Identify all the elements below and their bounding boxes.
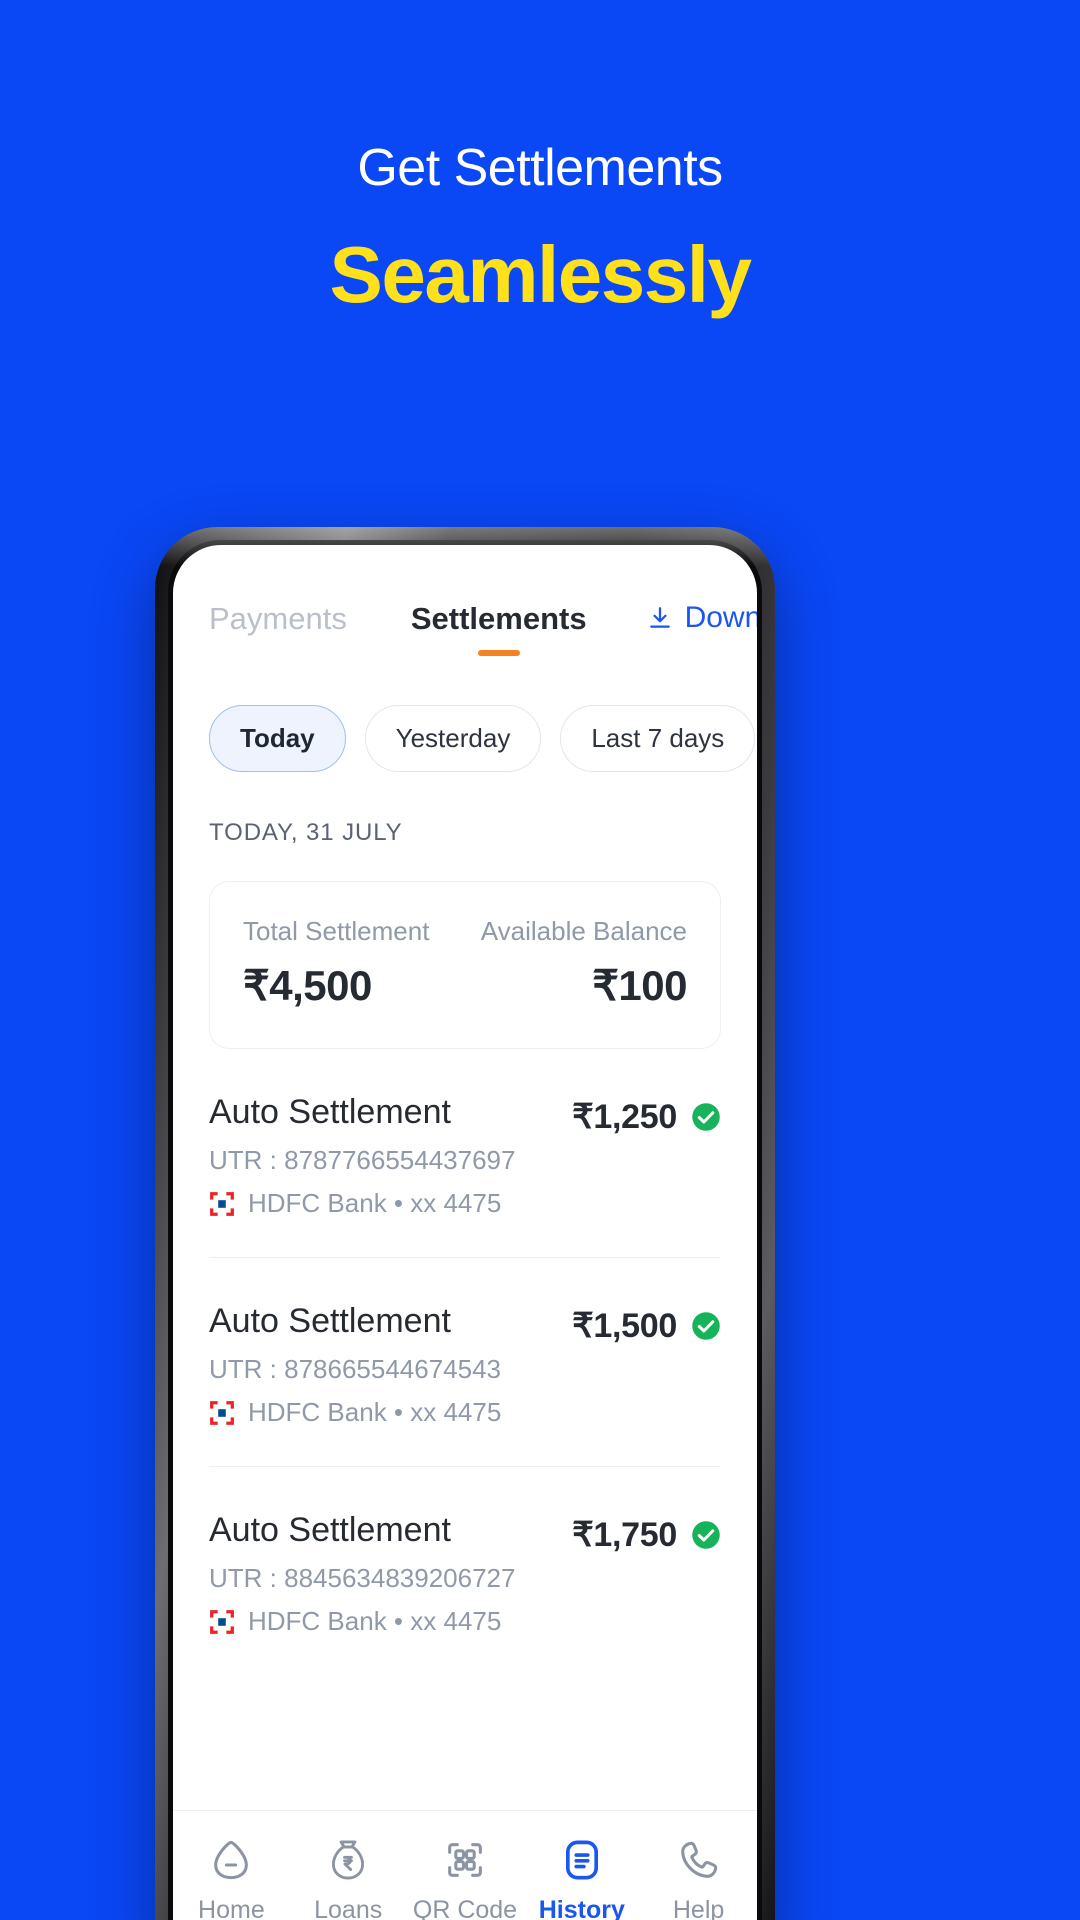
settlement-amount: ₹1,500 — [572, 1307, 677, 1345]
settlement-amount: ₹1,250 — [572, 1098, 677, 1136]
history-document-icon — [565, 1840, 598, 1880]
download-label: Download — [684, 601, 757, 634]
settlement-details: Auto Settlement UTR : 8845634839206727 H… — [209, 1511, 515, 1637]
nav-item-help[interactable]: Help — [640, 1837, 757, 1920]
success-check-icon — [692, 1103, 720, 1131]
settlement-details: Auto Settlement UTR : 8787766554437697 H… — [209, 1093, 515, 1219]
settlement-bank-row: HDFC Bank • xx 4475 — [209, 1188, 515, 1219]
hero-headline-accent: Seamlessly — [329, 230, 752, 320]
hero-section: Get Settlements Seamlessly — [0, 0, 1080, 317]
total-settlement-label: Total Settlement — [243, 916, 430, 946]
active-tab-underline — [477, 650, 520, 656]
phone-mockup: Payments Settlements Download Today — [155, 527, 775, 1920]
table-row[interactable]: Auto Settlement UTR : 8787766554437697 H… — [209, 1049, 721, 1258]
hero-headline-primary: Get Settlements — [357, 139, 723, 197]
settlement-title: Auto Settlement — [209, 1093, 451, 1131]
settlement-utr: UTR : 8845634839206727 — [209, 1563, 516, 1593]
top-tab-bar: Payments Settlements Download — [173, 545, 757, 663]
phone-screen: Payments Settlements Download Today — [173, 545, 757, 1920]
settlement-amount: ₹1,750 — [572, 1516, 677, 1554]
summary-card: Total Settlement ₹4,500 Available Balanc… — [209, 881, 721, 1049]
hdfc-bank-logo-icon — [210, 1609, 234, 1634]
success-check-icon — [692, 1521, 720, 1549]
settlement-amount-block: ₹1,750 — [572, 1511, 721, 1555]
settlement-utr: UTR : 8787766554437697 — [209, 1145, 516, 1175]
nav-label-help: Help — [672, 1896, 725, 1920]
phone-icon — [680, 1841, 717, 1878]
total-settlement-block: Total Settlement ₹4,500 — [243, 916, 429, 1010]
date-heading: TODAY, 31 JULY — [209, 819, 403, 846]
hdfc-bank-logo-icon — [210, 1191, 234, 1216]
settlement-bank-row: HDFC Bank • xx 4475 — [209, 1606, 515, 1637]
settlement-details: Auto Settlement UTR : 878665544674543 HD… — [209, 1302, 501, 1428]
filter-chip-today[interactable]: Today — [209, 705, 346, 772]
total-settlement-value: ₹4,500 — [243, 962, 372, 1009]
tab-payments[interactable]: Payments — [209, 601, 347, 637]
success-check-icon — [692, 1312, 720, 1340]
settlement-list: Auto Settlement UTR : 8787766554437697 H… — [173, 1049, 757, 1675]
settlement-title: Auto Settlement — [209, 1302, 451, 1340]
nav-item-history[interactable]: History — [523, 1837, 640, 1920]
nav-label-loans: Loans — [314, 1896, 383, 1920]
nav-item-home[interactable]: Home — [173, 1837, 290, 1920]
qr-code-icon — [448, 1843, 482, 1877]
settlement-utr: UTR : 878665544674543 — [209, 1354, 502, 1384]
tab-settlements-label: Settlements — [410, 601, 587, 636]
settlement-bank-label: HDFC Bank • xx 4475 — [248, 1188, 502, 1218]
hdfc-bank-logo-icon — [210, 1400, 234, 1425]
home-icon — [214, 1840, 249, 1880]
settlement-amount-block: ₹1,500 — [572, 1302, 721, 1346]
download-button[interactable]: Download — [647, 601, 757, 635]
filter-chip-row[interactable]: Today Yesterday Last 7 days This Mon — [173, 663, 757, 772]
phone-bezel-inner: Payments Settlements Download Today — [168, 540, 762, 1920]
settlement-title: Auto Settlement — [209, 1511, 451, 1549]
filter-chip-yesterday[interactable]: Yesterday — [364, 705, 542, 772]
table-row[interactable]: Auto Settlement UTR : 8845634839206727 H… — [209, 1467, 721, 1675]
settlement-bank-row: HDFC Bank • xx 4475 — [209, 1397, 501, 1428]
settlement-amount-block: ₹1,250 — [572, 1093, 721, 1137]
tab-settlements[interactable]: Settlements — [411, 601, 587, 656]
settlement-bank-label: HDFC Bank • xx 4475 — [248, 1606, 502, 1636]
download-icon — [649, 607, 670, 628]
nav-item-qr-code[interactable]: QR Code — [407, 1837, 524, 1920]
settlement-bank-label: HDFC Bank • xx 4475 — [248, 1397, 502, 1427]
nav-label-home: Home — [198, 1896, 265, 1920]
available-balance-block: Available Balance ₹100 — [480, 916, 688, 1010]
available-balance-value: ₹100 — [592, 962, 687, 1009]
filter-chip-last-7-days[interactable]: Last 7 days — [560, 705, 756, 772]
nav-label-qr-code: QR Code — [412, 1896, 518, 1920]
nav-label-history: History — [538, 1896, 625, 1920]
money-bag-icon — [332, 1840, 365, 1880]
nav-item-loans[interactable]: Loans — [290, 1837, 407, 1920]
bottom-navigation-bar: Home Loans QR Code History Help — [173, 1810, 757, 1920]
available-balance-label: Available Balance — [480, 916, 687, 946]
table-row[interactable]: Auto Settlement UTR : 878665544674543 HD… — [209, 1258, 721, 1467]
